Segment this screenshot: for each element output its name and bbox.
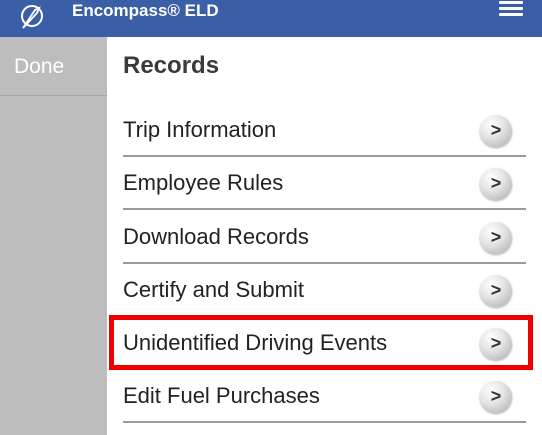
chevron-right-icon[interactable]: >	[480, 168, 512, 200]
list-item-trip-information[interactable]: Trip Information >	[123, 105, 526, 157]
done-button[interactable]: Done	[0, 37, 107, 96]
list-item-unidentified-driving-events[interactable]: Unidentified Driving Events >	[123, 318, 526, 370]
list-item-download-records[interactable]: Download Records >	[123, 212, 526, 264]
list-item-edit-fuel-purchases[interactable]: Edit Fuel Purchases >	[123, 371, 526, 423]
records-panel: Records Trip Information > Employee Rule…	[107, 37, 542, 435]
list-item-label: Edit Fuel Purchases	[123, 383, 320, 408]
chevron-right-icon[interactable]: >	[480, 222, 512, 254]
list-item-label: Trip Information	[123, 117, 277, 142]
chevron-right-icon[interactable]: >	[480, 275, 512, 307]
app-header: Encompass® ELD	[0, 0, 542, 37]
app-title: Encompass® ELD	[72, 1, 219, 20]
chevron-right-icon[interactable]: >	[480, 381, 512, 413]
chevron-right-icon[interactable]: >	[480, 115, 512, 147]
sidebar	[0, 37, 107, 435]
list-item-label: Certify and Submit	[123, 277, 304, 302]
list-item-label: Download Records	[123, 224, 309, 249]
page-title: Records	[123, 52, 220, 79]
hamburger-menu-icon[interactable]	[499, 1, 523, 17]
list-item-employee-rules[interactable]: Employee Rules >	[123, 158, 526, 210]
list-item-label: Unidentified Driving Events	[123, 330, 388, 355]
chevron-right-icon[interactable]: >	[480, 328, 512, 360]
list-item-label: Employee Rules	[123, 170, 284, 195]
feather-logo-icon	[21, 5, 43, 29]
list-item-certify-and-submit[interactable]: Certify and Submit >	[123, 265, 526, 317]
